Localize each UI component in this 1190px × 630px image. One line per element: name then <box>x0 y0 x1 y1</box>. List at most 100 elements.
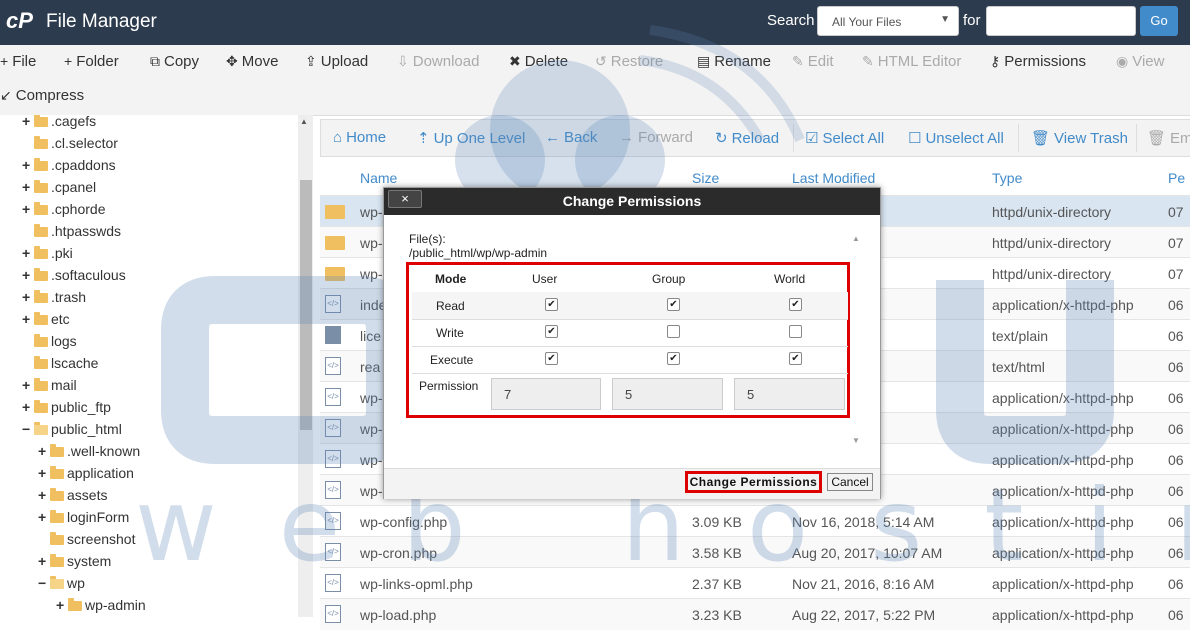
toolbar-file-button[interactable]: + File <box>0 53 36 70</box>
toolbar-view-button[interactable]: ◉ View <box>1116 53 1164 70</box>
tree-item-htpasswds[interactable]: .htpasswds <box>22 223 121 243</box>
scroll-up-icon[interactable]: ▲ <box>852 234 860 243</box>
expand-icon[interactable]: + <box>56 597 68 613</box>
execute-world-checkbox[interactable]: ✔ <box>789 352 802 365</box>
column-last-modified[interactable]: Last Modified <box>792 170 875 186</box>
tree-item-mail[interactable]: + mail <box>22 377 77 397</box>
nav-forward-button[interactable]: → Forward <box>619 129 693 146</box>
expand-icon[interactable]: + <box>22 399 34 415</box>
toolbar-edit-button[interactable]: ✎ Edit <box>792 53 834 70</box>
tree-item-assets[interactable]: + assets <box>38 487 107 507</box>
write-user-checkbox[interactable]: ✔ <box>545 325 558 338</box>
read-user-checkbox[interactable]: ✔ <box>545 298 558 311</box>
tree-item-cl-selector[interactable]: .cl.selector <box>22 135 118 155</box>
nav-up-one-level-button[interactable]: ⇡ Up One Level <box>417 129 525 147</box>
expand-icon[interactable]: + <box>22 311 34 327</box>
nav-label: Select All <box>822 130 885 147</box>
nav-view-trash-button[interactable]: 🗑 View Trash <box>1031 129 1128 147</box>
tree-item-loginform[interactable]: + loginForm <box>38 509 129 529</box>
nav-home-button[interactable]: ⌂ Home <box>333 129 386 146</box>
tree-item-softaculous[interactable]: + .softaculous <box>22 267 126 287</box>
tree-scrollbar-thumb[interactable] <box>300 180 312 430</box>
expand-icon[interactable]: + <box>38 443 50 459</box>
nav-divider <box>1136 124 1137 152</box>
collapse-icon[interactable]: − <box>38 575 50 591</box>
read-group-checkbox[interactable]: ✔ <box>667 298 680 311</box>
expand-icon[interactable]: + <box>22 267 34 283</box>
column-type[interactable]: Type <box>992 170 1022 186</box>
tree-item-trash[interactable]: + .trash <box>22 289 86 309</box>
toolbar-label: Upload <box>320 53 369 70</box>
tree-item-cpanel[interactable]: + .cpanel <box>22 179 96 199</box>
table-row[interactable]: </> wp-links-opml.php 2.37 KB Nov 21, 2016,… <box>320 567 1190 599</box>
tree-item-wp-admin[interactable]: + wp-admin <box>56 597 146 617</box>
tree-item-etc[interactable]: + etc <box>22 311 70 331</box>
toolbar-html-editor-button[interactable]: ✎ HTML Editor <box>862 53 961 70</box>
user-permission-input[interactable]: 7 <box>491 378 601 410</box>
toolbar-folder-button[interactable]: + Folder <box>64 53 119 70</box>
tree-item-system[interactable]: + system <box>38 553 111 573</box>
toolbar-copy-button[interactable]: ⧉ Copy <box>150 53 199 70</box>
expand-icon[interactable]: + <box>22 179 34 195</box>
tree-item-wp[interactable]: − wp <box>38 575 85 595</box>
expand-icon[interactable]: + <box>38 487 50 503</box>
tree-item-public-ftp[interactable]: + public_ftp <box>22 399 111 419</box>
toolbar-upload-button[interactable]: ⇪ Upload <box>305 53 368 70</box>
toolbar-move-button[interactable]: ✥ Move <box>226 53 278 70</box>
read-world-checkbox[interactable]: ✔ <box>789 298 802 311</box>
expand-icon[interactable]: + <box>22 157 34 173</box>
execute-group-checkbox[interactable]: ✔ <box>667 352 680 365</box>
tree-item-cagefs[interactable]: + .cagefs <box>22 115 96 133</box>
tree-item-public-html[interactable]: − public_html <box>22 421 122 441</box>
write-world-checkbox[interactable] <box>789 325 802 338</box>
expand-icon[interactable]: + <box>22 289 34 305</box>
expand-icon[interactable]: + <box>22 201 34 217</box>
expand-icon[interactable]: + <box>38 465 50 481</box>
tree-item-logs[interactable]: logs <box>22 333 77 353</box>
toolbar-permissions-button[interactable]: ⚷ Permissions <box>990 53 1086 70</box>
write-group-checkbox[interactable] <box>667 325 680 338</box>
change-permissions-button[interactable]: Change Permissions <box>685 471 822 493</box>
close-icon[interactable]: × <box>388 190 422 208</box>
toolbar-download-button[interactable]: ⇩ Download <box>397 53 479 70</box>
code-file-icon: </> <box>325 512 341 530</box>
tree-item-cphorde[interactable]: + .cphorde <box>22 201 105 221</box>
group-permission-input[interactable]: 5 <box>612 378 723 410</box>
expand-icon[interactable]: + <box>38 509 50 525</box>
toolbar-rename-button[interactable]: ▤ Rename <box>697 53 771 70</box>
nav-back-button[interactable]: ← Back <box>545 129 597 146</box>
expand-icon[interactable]: + <box>38 553 50 569</box>
go-button[interactable]: Go <box>1140 6 1178 36</box>
nav-select-all-button[interactable]: ☑ Select All <box>805 129 884 147</box>
tree-item-well-known[interactable]: + .well-known <box>38 443 140 463</box>
execute-user-checkbox[interactable]: ✔ <box>545 352 558 365</box>
expand-icon[interactable]: + <box>22 245 34 261</box>
tree-item-lscache[interactable]: lscache <box>22 355 98 375</box>
column-name[interactable]: Name <box>360 170 397 186</box>
expand-icon[interactable]: + <box>22 115 34 129</box>
scroll-down-icon[interactable]: ▼ <box>852 436 860 445</box>
toolbar-restore-button[interactable]: ↺ Restore <box>595 53 663 70</box>
column-size[interactable]: Size <box>692 170 719 186</box>
tree-item-cpaddons[interactable]: + .cpaddons <box>22 157 116 177</box>
scroll-up-icon[interactable]: ▲ <box>300 117 308 126</box>
toolbar-delete-button[interactable]: ✖ Delete <box>509 53 568 70</box>
toolbar-compress-button[interactable]: ↙ Compress <box>0 87 84 104</box>
table-row[interactable]: </> wp-load.php 3.23 KB Aug 22, 2017, 5:22 … <box>320 598 1190 630</box>
collapse-icon[interactable]: − <box>22 421 34 437</box>
expand-icon[interactable]: + <box>22 377 34 393</box>
tree-item-screenshot[interactable]: screenshot <box>38 531 135 551</box>
tree-item-pki[interactable]: + .pki <box>22 245 73 265</box>
table-row[interactable]: </> wp-cron.php 3.58 KB Aug 20, 2017, 10:07… <box>320 536 1190 568</box>
nav-unselect-all-button[interactable]: ☐ Unselect All <box>908 129 1004 147</box>
tree-item-application[interactable]: + application <box>38 465 134 485</box>
cancel-button[interactable]: Cancel <box>827 473 873 491</box>
search-input[interactable] <box>986 6 1136 36</box>
tree-item-label: .well-known <box>67 443 141 459</box>
column-permissions[interactable]: Pe <box>1168 170 1185 186</box>
table-row[interactable]: </> wp-config.php 3.09 KB Nov 16, 2018, 5:1… <box>320 505 1190 537</box>
nav-reload-button[interactable]: ↻ Reload <box>715 129 779 147</box>
search-scope-select[interactable]: All Your Files ▼ <box>817 6 959 36</box>
nav-emp-button[interactable]: 🗑Emp <box>1147 129 1190 147</box>
world-permission-input[interactable]: 5 <box>734 378 845 410</box>
